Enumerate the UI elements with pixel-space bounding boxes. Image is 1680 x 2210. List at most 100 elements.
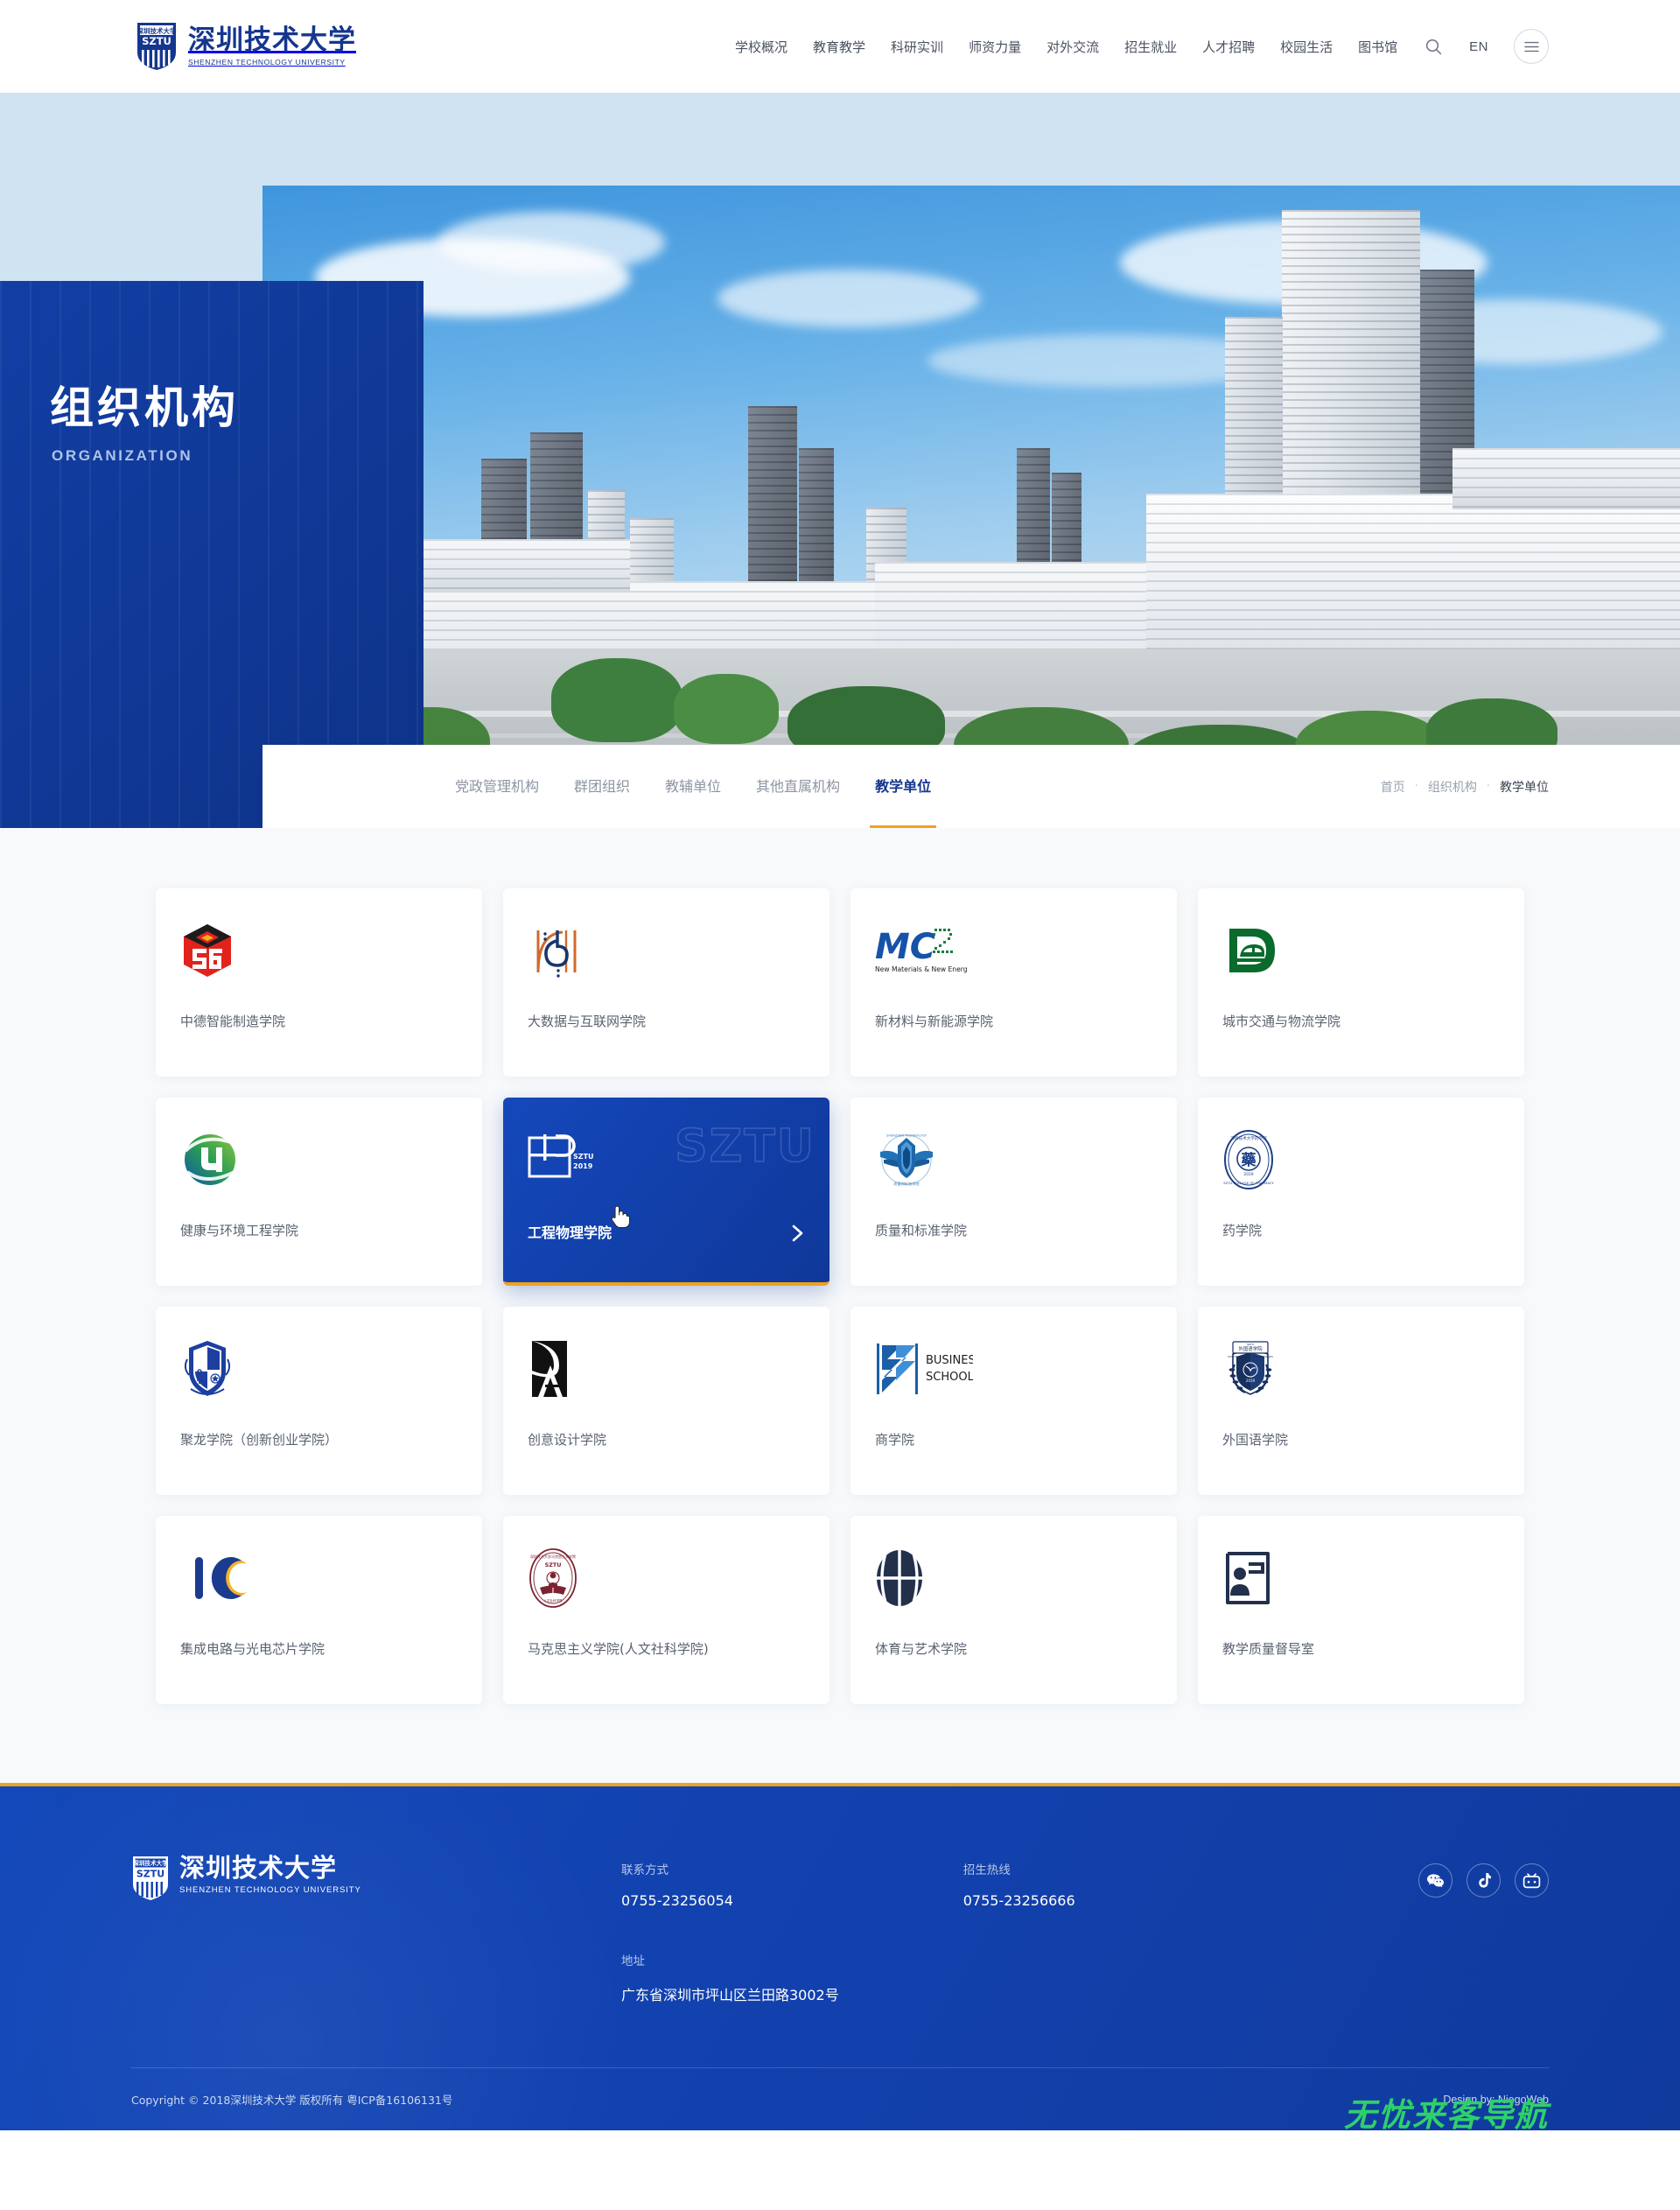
copyright-text: Copyright © 2018深圳技术大学 版权所有 粤ICP备1610613… (131, 2094, 453, 2107)
language-switch[interactable]: EN (1469, 39, 1488, 54)
card-title: 城市交通与物流学院 (1222, 1014, 1341, 1029)
tab-jiaofu[interactable]: 教辅单位 (665, 745, 721, 828)
svg-text:2019: 2019 (1243, 1172, 1253, 1177)
department-card-health[interactable]: 健康与环境工程学院 (156, 1098, 482, 1286)
breadcrumb-current: 教学单位 (1500, 780, 1549, 795)
brand-name-en: SHENZHEN TECHNOLOGY UNIVERSITY (188, 57, 346, 67)
svg-text:人文社科学院: 人文社科学院 (543, 1598, 563, 1603)
department-grid: 中德智能制造学院 大数据与互联网学院 MC New Materials & Ne… (156, 888, 1524, 1704)
bilibili-icon[interactable] (1515, 1863, 1549, 1898)
main-navigation: 学校概况 教育教学 科研实训 师资力量 对外交流 招生就业 人才招聘 校园生活 … (735, 29, 1549, 64)
hero-banner: 组织机构 ORGANIZATION 党政管理机构 群团组织 教辅单位 其他直属机… (0, 93, 1680, 828)
svg-text:外国语学院: 外国语学院 (1239, 1345, 1264, 1352)
ep-logo-sub1: SZTU (573, 1153, 594, 1161)
campus-photo (262, 186, 1680, 828)
footer-logo[interactable]: 深圳技术大学 SZTU 深圳技术大学 SHENZHEN TECHNOLOGY U… (131, 1853, 621, 2004)
hamburger-icon[interactable] (1514, 29, 1549, 64)
sztu-crest-icon: 深圳技术大学 SZTU (133, 1856, 168, 1900)
card-logo (156, 1516, 482, 1639)
department-card-zhongde[interactable]: 中德智能制造学院 (156, 888, 482, 1077)
department-card-ic[interactable]: 集成电路与光电芯片学院 (156, 1516, 482, 1704)
site-footer: 深圳技术大学 SZTU 深圳技术大学 SHENZHEN TECHNOLOGY U… (0, 1783, 1680, 2130)
department-card-pharmacy[interactable]: 深圳技术大学药学院 藥 2019 SZTU COLLEGE OF PHARMAC… (1198, 1098, 1524, 1286)
green-d-transport-logo-icon (1229, 928, 1275, 972)
nav-item-6[interactable]: 人才招聘 (1202, 38, 1255, 56)
card-logo: 深圳技术大学药学院 藥 2019 SZTU COLLEGE OF PHARMAC… (1198, 1098, 1524, 1221)
card-title: 质量和标准学院 (875, 1223, 968, 1238)
footer-bottom-bar: Copyright © 2018深圳技术大学 版权所有 粤ICP备1610613… (131, 2067, 1549, 2130)
card-title: 外国语学院 (1222, 1432, 1289, 1448)
category-tab-bar: 党政管理机构 群团组织 教辅单位 其他直属机构 教学单位 首页 · 组织机构 ·… (262, 745, 1680, 828)
address-label: 地址 (621, 1954, 645, 1968)
site-logo[interactable]: 深圳技术大学 SZTU 深圳技术大学 SHENZHEN TECHNOLOGY U… (136, 21, 356, 72)
department-card-business[interactable]: BUSINESS SCHOOL 商学院 (850, 1307, 1177, 1495)
footer-content: 深圳技术大学 SZTU 深圳技术大学 SHENZHEN TECHNOLOGY U… (131, 1786, 1549, 2004)
footer-contact-column: 联系方式 0755-23256054 地址 广东省深圳市坪山区兰田路3002号 (621, 1860, 839, 2004)
contact-label: 联系方式 (621, 1863, 668, 1877)
mc2-letters: MC (875, 927, 935, 967)
svg-text:SHENZHEN TECHNOLOGY: SHENZHEN TECHNOLOGY (886, 1133, 928, 1137)
business-logo-line1: BUSINESS (926, 1354, 973, 1367)
department-card-julong[interactable]: 中 父 聚龙学院（创新创业学院） (156, 1307, 482, 1495)
department-card-foreign-languages[interactable]: 2019 SZTU 外国语学院 SCHOOL OF FOREIGN LANGUA… (1198, 1307, 1524, 1495)
svg-text:SZTU: SZTU (1247, 1343, 1254, 1346)
tab-quntuan[interactable]: 群团组织 (574, 745, 630, 828)
nav-item-5[interactable]: 招生就业 (1124, 38, 1177, 56)
big-data-b-logo-icon (536, 930, 577, 978)
nav-item-2[interactable]: 科研实训 (891, 38, 943, 56)
svg-text:SCHOOL OF FOREIGN LANGUAGES: SCHOOL OF FOREIGN LANGUAGES (1228, 1355, 1273, 1358)
department-card-transport[interactable]: 城市交通与物流学院 (1198, 888, 1524, 1077)
department-card-teaching-quality[interactable]: 教学质量督导室 (1198, 1516, 1524, 1704)
breadcrumb-separator: · (1414, 780, 1418, 793)
nav-item-0[interactable]: 学校概况 (735, 38, 788, 56)
nav-item-4[interactable]: 对外交流 (1046, 38, 1099, 56)
campus-podium (1452, 448, 1680, 509)
card-title: 新材料与新能源学院 (875, 1014, 994, 1029)
search-icon[interactable] (1423, 36, 1444, 57)
card-title: 中德智能制造学院 (180, 1014, 286, 1029)
foreign-languages-laurel-crest-logo-icon: 2019 SZTU 外国语学院 SCHOOL OF FOREIGN LANGUA… (1228, 1340, 1273, 1395)
contact-phone: 0755-23256054 (621, 1892, 733, 1909)
card-title: 创意设计学院 (528, 1432, 607, 1448)
department-card-quality[interactable]: SHENZHEN TECHNOLOGY 质量和标准学院 质量和标准学院 (850, 1098, 1177, 1286)
design-credit: Design by: NiegoWeb (1443, 2093, 1549, 2106)
department-card-bigdata[interactable]: 大数据与互联网学院 (503, 888, 830, 1077)
category-tabs: 党政管理机构 群团组织 教辅单位 其他直属机构 教学单位 (455, 745, 937, 828)
card-logo: 2019 SZTU 外国语学院 SCHOOL OF FOREIGN LANGUA… (1198, 1307, 1524, 1430)
footer-social-links (1418, 1855, 1549, 2004)
breadcrumb-organization[interactable]: 组织机构 (1428, 778, 1477, 796)
tab-dangzheng[interactable]: 党政管理机构 (455, 745, 539, 828)
nav-item-3[interactable]: 师资力量 (969, 38, 1021, 56)
card-title: 教学质量督导室 (1222, 1641, 1315, 1657)
card-title: 聚龙学院（创新创业学院） (180, 1432, 339, 1448)
breadcrumb-home[interactable]: 首页 (1381, 778, 1405, 796)
sg-hexagon-logo-icon (184, 923, 231, 977)
cloud (718, 270, 980, 327)
nav-item-7[interactable]: 校园生活 (1280, 38, 1333, 56)
card-title: 集成电路与光电芯片学院 (180, 1641, 326, 1657)
mc2-logo-icon: MC New Materials & New Energy (875, 927, 968, 973)
nav-item-1[interactable]: 教育教学 (813, 38, 865, 56)
svg-text:2019: 2019 (1246, 1379, 1256, 1383)
svg-text:SZTU: SZTU (142, 35, 172, 47)
card-logo (1198, 888, 1524, 1012)
svg-text:藥: 藥 (1241, 1151, 1257, 1169)
department-card-sports-arts[interactable]: 体育与艺术学院 (850, 1516, 1177, 1704)
footer-brand-cn: 深圳技术大学 (179, 1853, 338, 1883)
brand-name-cn: 深圳技术大学 (188, 25, 356, 57)
nav-item-8[interactable]: 图书馆 (1358, 38, 1397, 56)
health-environment-circle-logo-icon (184, 1133, 235, 1185)
department-card-design[interactable]: 创意设计学院 (503, 1307, 830, 1495)
tree-cluster (551, 658, 682, 742)
card-title: 工程物理学院 (528, 1224, 612, 1241)
douyin-icon[interactable] (1466, 1863, 1501, 1898)
svg-text:质量和标准学院: 质量和标准学院 (893, 1181, 920, 1187)
svg-text:SZTU: SZTU (545, 1561, 562, 1568)
sztu-crest-icon: 深圳技术大学 SZTU (137, 23, 177, 70)
wechat-icon[interactable] (1418, 1863, 1452, 1898)
department-card-engineering-physics[interactable]: SZTU SZTU 2019 工程物理学院 (503, 1098, 830, 1286)
department-card-marxism[interactable]: 深圳技术大学马克思主义学院 SZTU 人文社科学院 马克思主义学院(人文社科学院… (503, 1516, 830, 1704)
tab-qita[interactable]: 其他直属机构 (756, 745, 840, 828)
tab-jiaoxue[interactable]: 教学单位 (870, 745, 937, 828)
department-card-newmaterials[interactable]: MC New Materials & New Energy 新材料与新能源学院 (850, 888, 1177, 1077)
